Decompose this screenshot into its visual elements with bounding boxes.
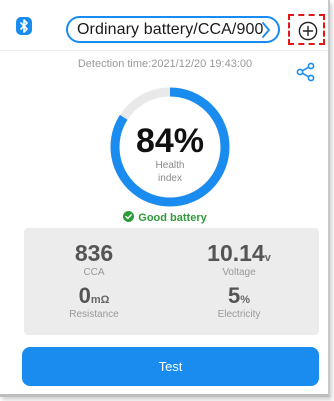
electricity-unit: % <box>240 294 251 306</box>
stat-cca: 836 CCA <box>64 241 124 279</box>
gauge-center: 84% Health index <box>104 87 236 207</box>
battery-type-selector[interactable]: Ordinary battery/CCA/900 <box>66 16 280 43</box>
status-text: Good battery <box>138 212 207 224</box>
voltage-label: Voltage <box>222 267 256 278</box>
voltage-unit: v <box>264 252 271 264</box>
header-divider <box>0 50 328 51</box>
chevron-right-icon <box>261 22 271 43</box>
header-bar: Ordinary battery/CCA/900 <box>0 0 328 50</box>
voltage-value: 10.14 <box>207 240 265 266</box>
electricity-value: 5 <box>227 283 241 308</box>
health-percent: 84% <box>135 122 205 160</box>
health-label-line2: index <box>158 173 182 184</box>
stat-electricity: 5% Electricity <box>204 284 274 321</box>
app-screen: Ordinary battery/CCA/900 Detection time:… <box>0 0 330 397</box>
resistance-value: 0 <box>78 283 91 308</box>
test-button[interactable]: Test <box>22 347 319 386</box>
share-icon[interactable] <box>296 62 316 82</box>
battery-type-label: Ordinary battery/CCA/900 <box>77 20 264 38</box>
stats-panel: 836 CCA 10.14v Voltage 0mΩ Resistance 5%… <box>24 228 319 335</box>
resistance-label: Resistance <box>69 309 119 320</box>
stat-voltage: 10.14v Voltage <box>194 241 284 279</box>
bluetooth-icon[interactable] <box>16 17 32 35</box>
resistance-unit: mΩ <box>90 294 110 306</box>
electricity-label: Electricity <box>217 309 261 320</box>
check-circle-icon <box>123 209 135 227</box>
battery-status: Good battery <box>0 209 328 227</box>
cca-label: CCA <box>83 267 105 278</box>
cca-value: 836 <box>74 240 114 266</box>
detection-time: Detection time:2021/12/20 19:43:00 <box>77 58 253 70</box>
health-label-line1: Health <box>155 160 185 171</box>
circle-plus-icon[interactable] <box>298 21 318 41</box>
stat-resistance: 0mΩ Resistance <box>49 284 139 321</box>
add-highlight-box <box>288 14 325 45</box>
